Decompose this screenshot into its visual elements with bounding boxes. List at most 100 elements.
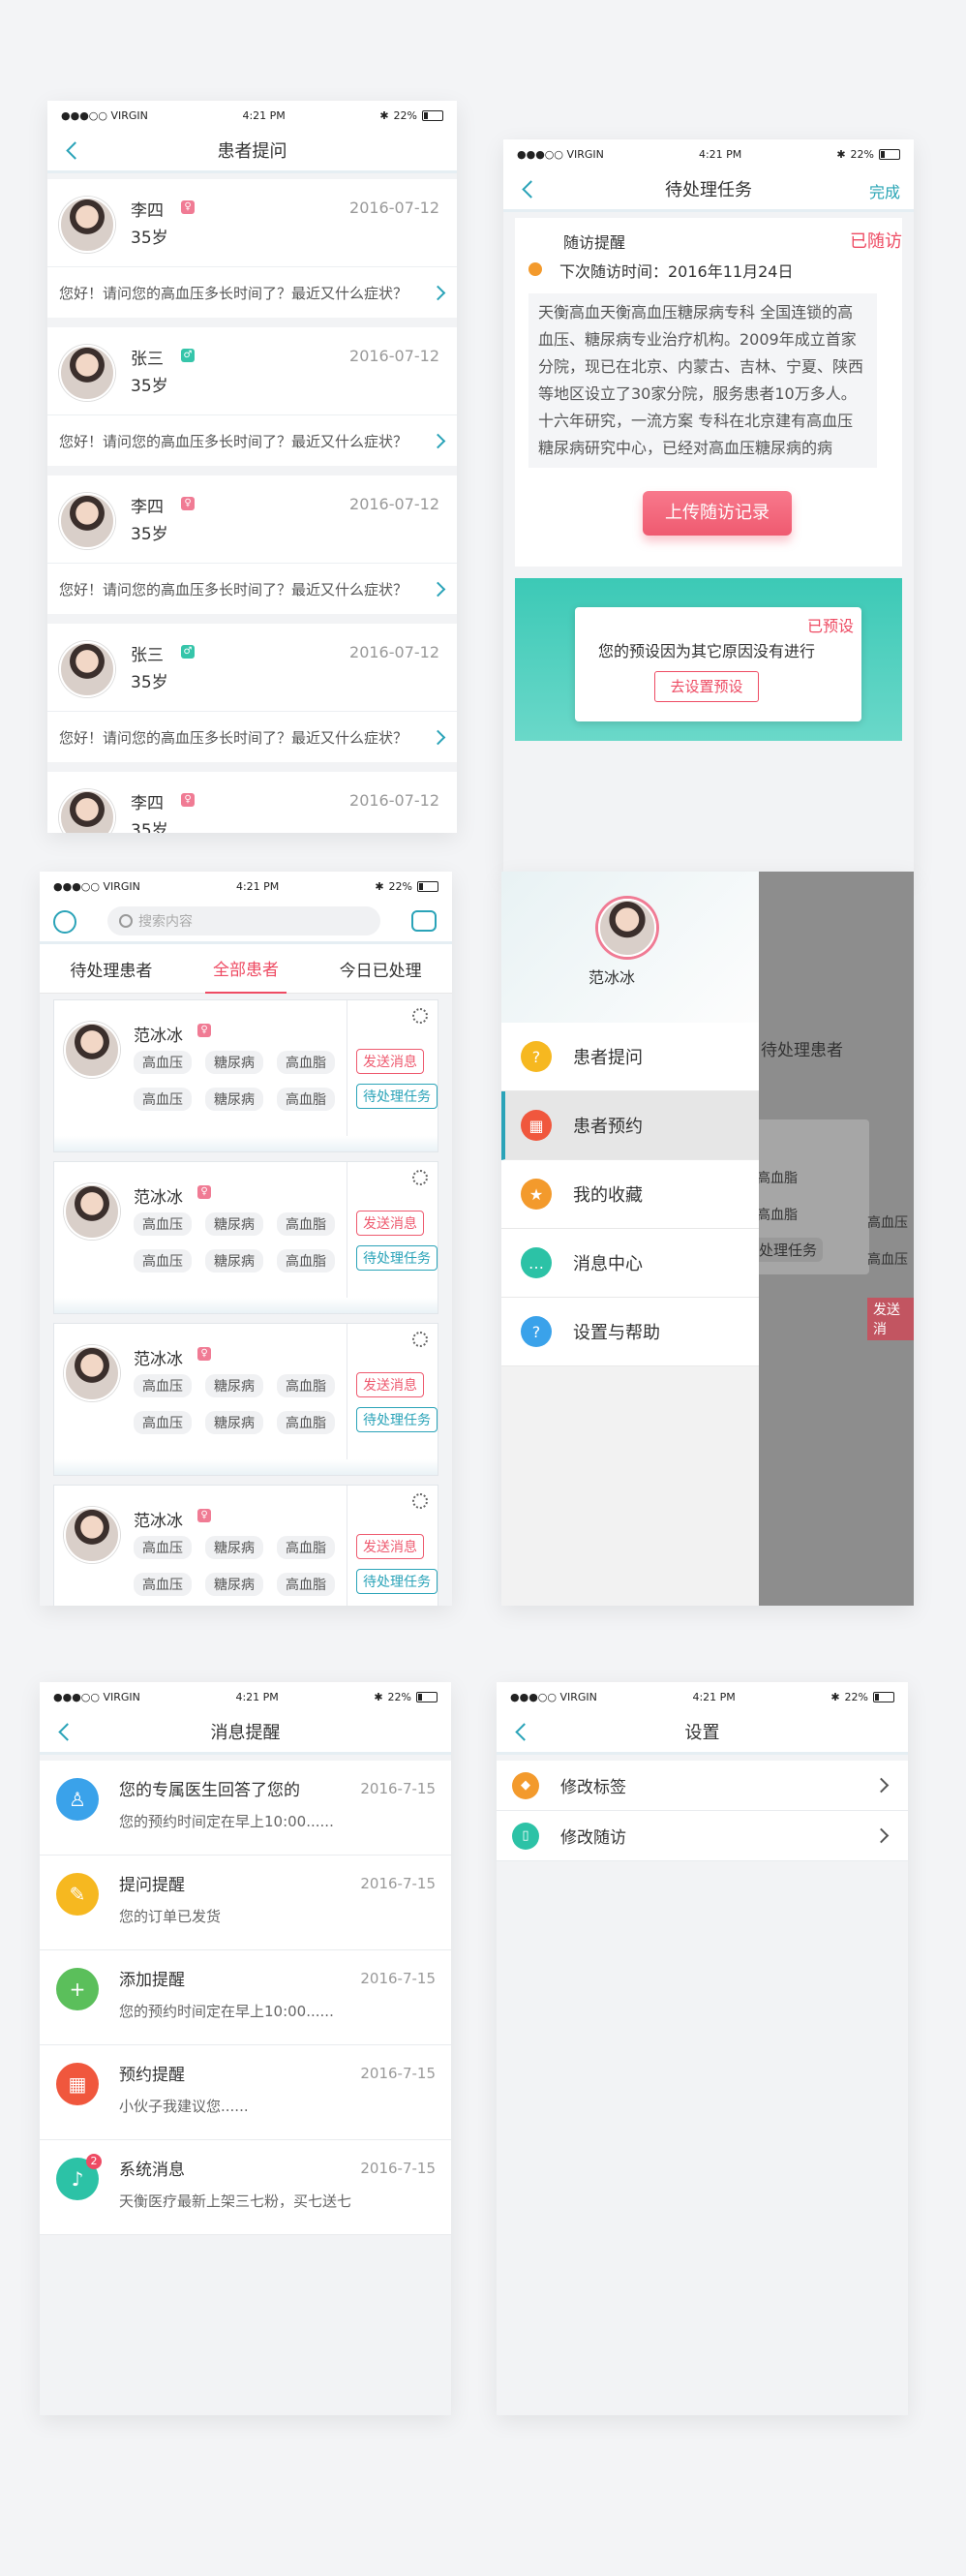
disease-tag: 高血脂: [277, 1411, 335, 1434]
message-desc: 您的预约时间定在早上10:00......: [119, 1813, 334, 1830]
patient-name: 范冰冰: [134, 1350, 183, 1369]
bg-tag: 高血压: [867, 1215, 908, 1231]
question-icon: ?: [521, 1041, 552, 1072]
carrier: ●●●○○ VIRGIN: [517, 147, 604, 161]
avatar: [64, 1507, 120, 1563]
disease-tag: 糖尿病: [205, 1249, 263, 1273]
patient-age: 35岁: [131, 525, 168, 544]
gear-icon[interactable]: [412, 1493, 428, 1509]
question-item[interactable]: 张三 ♂ 35岁 2016-07-12 您好！请问您的高血压多长时间了？最近又什么症状？: [47, 624, 457, 762]
battery-icon: [879, 148, 900, 160]
question-text-row[interactable]: 您好！请问您的高血压多长时间了？最近又什么症状？: [47, 267, 457, 318]
gear-icon[interactable]: [412, 1170, 428, 1185]
message-title: 添加提醒: [119, 1971, 185, 1990]
done-button[interactable]: 完成: [869, 179, 900, 202]
message-item[interactable]: ✎ 提问提醒 2016-7-15 您的订单已发货: [40, 1855, 451, 1950]
message-title: 提问提醒: [119, 1876, 185, 1895]
back-icon[interactable]: [61, 137, 84, 164]
set-preset-button[interactable]: 去设置预设: [654, 671, 759, 702]
nav-bar: 消息提醒: [40, 1711, 451, 1755]
question-item[interactable]: 李四 ♀ 35岁 2016-07-12: [47, 772, 457, 833]
avatar: [59, 789, 115, 833]
message-item[interactable]: + 添加提醒 2016-7-15 您的预约时间定在早上10:00......: [40, 1950, 451, 2045]
clock: 4:21 PM: [698, 147, 742, 161]
patient-card[interactable]: 范冰冰 ♀ 高血压 糖尿病 高血脂高血压 糖尿病 高血脂 发送消息 待处理任务: [53, 1323, 438, 1476]
patient-card[interactable]: 范冰冰 ♀ 高血压 糖尿病 高血脂高血压 糖尿病 高血脂 发送消息 待处理任务: [53, 1161, 438, 1314]
send-message-button[interactable]: 发送消息: [356, 1049, 424, 1074]
send-message-button[interactable]: 发送消息: [356, 1534, 424, 1559]
patient-card[interactable]: 范冰冰 ♀ 高血压 糖尿病 高血脂高血压 糖尿病 高血脂 发送消息 待处理任务: [53, 1485, 438, 1606]
disease-tag: 高血脂: [277, 1374, 335, 1397]
disease-tag: 高血脂: [277, 1249, 335, 1273]
menu-item-3[interactable]: … 消息中心: [501, 1229, 759, 1298]
calendar-icon: ▦: [56, 2063, 99, 2105]
page-title: 待处理任务: [665, 180, 752, 200]
back-icon[interactable]: [53, 1718, 76, 1745]
note-icon: ▯: [512, 1822, 539, 1850]
question-text: 您好！请问您的高血压多长时间了？最近又什么症状？: [59, 580, 408, 598]
chevron-right-icon: [430, 729, 446, 745]
menu-item-label: 患者预约: [573, 1117, 643, 1137]
menu-item-1[interactable]: ▦ 患者预约: [501, 1091, 759, 1160]
unread-badge: 2: [86, 2154, 102, 2169]
question-item[interactable]: 张三 ♂ 35岁 2016-07-12 您好！请问您的高血压多长时间了？最近又什么症状？: [47, 327, 457, 466]
question-text: 您好！请问您的高血压多长时间了？最近又什么症状？: [59, 284, 408, 302]
status-bar: ●●●○○ VIRGIN 4:21 PM ✱ 22%: [503, 139, 914, 169]
message-icon[interactable]: [411, 910, 437, 932]
send-message-button[interactable]: 发送消息: [356, 1372, 424, 1397]
bg-card: 高血脂 高血脂 处理任务: [753, 1119, 869, 1274]
question-item[interactable]: 李四 ♀ 35岁 2016-07-12 您好！请问您的高血压多长时间了？最近又什么症状？: [47, 475, 457, 614]
search-input[interactable]: 搜索内容: [107, 906, 380, 935]
chevron-right-icon: [873, 1827, 890, 1844]
back-icon[interactable]: [517, 175, 540, 202]
question-text-row[interactable]: 您好！请问您的高血压多长时间了？最近又什么症状？: [47, 712, 457, 762]
question-date: 2016-07-12: [349, 495, 439, 513]
disease-tag: 糖尿病: [205, 1374, 263, 1397]
bg-tab: 待处理患者: [761, 1041, 843, 1060]
settings-item-1[interactable]: ▯ 修改随访: [497, 1811, 908, 1861]
tab-0[interactable]: 待处理患者: [62, 945, 160, 993]
gear-icon[interactable]: [412, 1008, 428, 1024]
message-item[interactable]: ♙ 您的专属医生回答了您的 2016-7-15 您的预约时间定在早上10:00....…: [40, 1761, 451, 1855]
gear-icon[interactable]: [412, 1332, 428, 1347]
user-icon[interactable]: [53, 910, 76, 934]
pending-task-button[interactable]: 待处理任务: [356, 1407, 438, 1432]
settings-list: ◆ 修改标签 ▯ 修改随访: [497, 1761, 908, 1861]
back-icon[interactable]: [510, 1718, 533, 1745]
battery-icon: [873, 1691, 894, 1702]
question-text-row[interactable]: 您好！请问您的高血压多长时间了？最近又什么症状？: [47, 415, 457, 466]
tag-group: 高血压 糖尿病 高血脂高血压 糖尿病 高血脂: [134, 1212, 356, 1286]
message-item[interactable]: ♪ 2 系统消息 2016-7-15 天衡医疗最新上架三七粉，买七送七: [40, 2140, 451, 2235]
question-header: 张三 ♂ 35岁 2016-07-12: [47, 327, 457, 415]
upload-record-button[interactable]: 上传随访记录: [643, 491, 792, 536]
tab-1[interactable]: 全部患者: [204, 944, 287, 994]
tab-2[interactable]: 今日已处理: [332, 945, 430, 993]
pending-task-button[interactable]: 待处理任务: [356, 1569, 438, 1594]
avatar: [64, 1345, 120, 1401]
pending-task-button[interactable]: 待处理任务: [356, 1084, 438, 1109]
disease-tag: 高血脂: [277, 1088, 335, 1111]
patient-age: 35岁: [131, 229, 168, 248]
menu-item-label: 消息中心: [573, 1254, 643, 1274]
settings-item-0[interactable]: ◆ 修改标签: [497, 1761, 908, 1811]
gender-icon: ♀: [197, 1347, 211, 1361]
avatar[interactable]: [598, 899, 656, 957]
page-title: 消息提醒: [210, 1723, 281, 1743]
menu-item-2[interactable]: ★ 我的收藏: [501, 1160, 759, 1229]
question-header: 李四 ♀ 35岁 2016-07-12: [47, 179, 457, 267]
chevron-right-icon: [430, 433, 446, 448]
message-item[interactable]: ▦ 预约提醒 2016-7-15 小伙子我建议您......: [40, 2045, 451, 2140]
pending-task-button[interactable]: 待处理任务: [356, 1245, 438, 1271]
menu-item-4[interactable]: ? 设置与帮助: [501, 1298, 759, 1366]
gender-icon: ♂: [181, 349, 195, 362]
patient-card[interactable]: 范冰冰 ♀ 高血压 糖尿病 高血脂高血压 糖尿病 高血脂 发送消息 待处理任务: [53, 999, 438, 1152]
tag-icon: ◆: [512, 1771, 539, 1799]
battery-icon: [417, 880, 438, 892]
carrier: ●●●○○ VIRGIN: [53, 1690, 140, 1703]
question-item[interactable]: 李四 ♀ 35岁 2016-07-12 您好！请问您的高血压多长时间了？最近又什么症状？: [47, 179, 457, 318]
avatar: [64, 1022, 120, 1078]
question-text-row[interactable]: 您好！请问您的高血压多长时间了？最近又什么症状？: [47, 564, 457, 614]
menu-item-0[interactable]: ? 患者提问: [501, 1023, 759, 1091]
page-title: 患者提问: [217, 141, 287, 162]
send-message-button[interactable]: 发送消息: [356, 1211, 424, 1236]
